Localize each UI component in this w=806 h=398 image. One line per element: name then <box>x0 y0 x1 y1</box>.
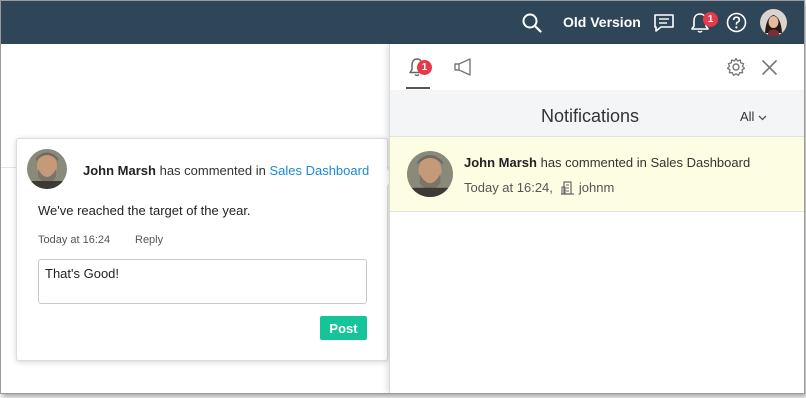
help-icon[interactable] <box>725 1 747 44</box>
comment-time: Today at 16:24 <box>38 234 111 246</box>
notification-item[interactable]: John Marsh has commented in Sales Dashbo… <box>390 137 804 212</box>
old-version-link[interactable]: Old Version <box>563 14 641 30</box>
comment-title: John Marsh has commented in Sales Dashbo… <box>83 163 369 178</box>
reply-link[interactable]: Reply <box>135 234 163 246</box>
user-avatar[interactable] <box>759 1 787 44</box>
notification-time: Today at 16:24, <box>464 180 553 195</box>
filter-dropdown[interactable]: All <box>740 109 767 124</box>
close-icon[interactable] <box>761 59 778 81</box>
notification-count-badge: 1 <box>703 12 718 27</box>
notification-author: John Marsh <box>464 155 537 170</box>
notification-title: John Marsh has commented in Sales Dashbo… <box>464 155 750 170</box>
app-window: Old Version 1 John Marsh has commented i… <box>0 0 805 394</box>
notification-avatar <box>407 151 453 197</box>
top-bar: Old Version 1 <box>1 1 804 44</box>
settings-gear-icon[interactable] <box>726 57 746 82</box>
chevron-down-icon <box>758 109 767 124</box>
building-icon <box>560 180 574 195</box>
feedback-icon[interactable] <box>652 1 676 44</box>
tab-notification-badge: 1 <box>417 60 432 75</box>
reply-input[interactable]: That's Good! <box>38 259 367 304</box>
tab-announcements[interactable] <box>453 58 473 81</box>
comment-text: We've reached the target of the year. <box>38 203 251 218</box>
comment-popover: John Marsh has commented in Sales Dashbo… <box>16 138 388 361</box>
panel-tabs: 1 <box>390 44 804 90</box>
comment-target-link[interactable]: Sales Dashboard <box>269 163 369 178</box>
notification-target: Sales Dashboard <box>650 155 751 170</box>
tab-notifications[interactable]: 1 <box>408 57 432 82</box>
post-button[interactable]: Post <box>320 316 367 340</box>
notifications-panel: 1 Notifications All John Marsh has comme… <box>389 44 804 393</box>
search-icon[interactable] <box>521 1 543 44</box>
comment-action: has commented in <box>159 163 266 178</box>
commenter-avatar <box>27 149 67 189</box>
filter-value: All <box>740 109 755 124</box>
notification-action: has commented in <box>540 155 647 170</box>
comment-author: John Marsh <box>83 163 156 178</box>
megaphone-icon <box>453 58 473 80</box>
panel-title: Notifications <box>540 106 640 126</box>
panel-header: Notifications All <box>390 90 804 137</box>
active-tab-indicator <box>406 87 430 89</box>
notification-user: johnm <box>578 180 615 195</box>
notification-meta: Today at 16:24, johnm <box>464 180 614 195</box>
